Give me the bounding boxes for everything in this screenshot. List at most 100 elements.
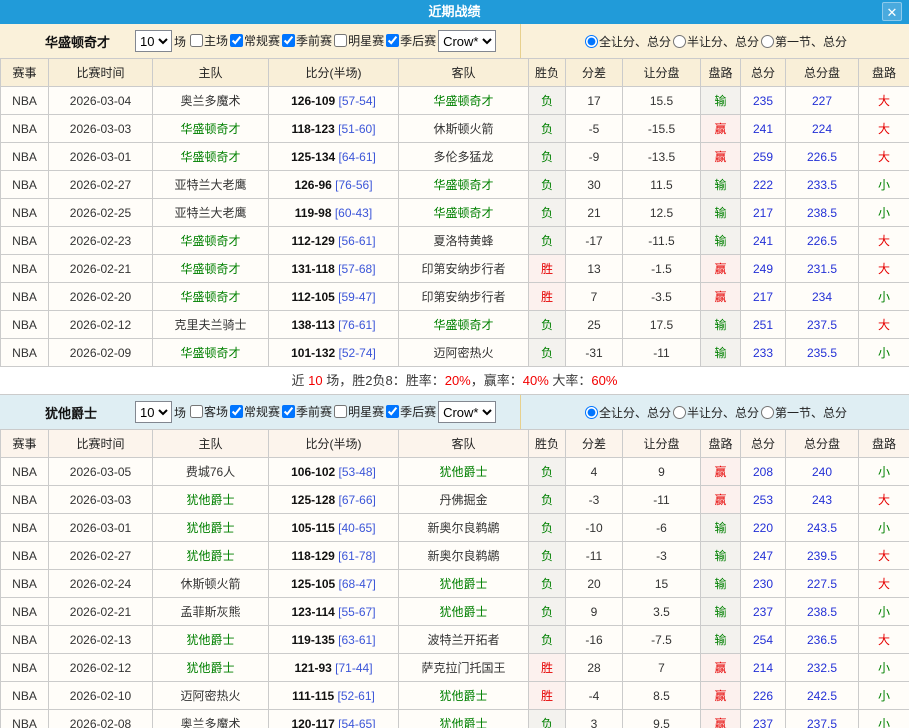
jazz-games-count-select[interactable]: 10 xyxy=(135,401,172,423)
table-row: NBA2026-03-05费城76人106-102 [53-48]犹他爵士负49… xyxy=(1,458,909,486)
total-result-cell: 大 xyxy=(859,542,909,570)
league-cell: NBA xyxy=(1,115,49,143)
wizards-source-select[interactable]: Crow* xyxy=(438,30,496,52)
col-diff: 分差 xyxy=(566,430,623,458)
filter-checkbox-季后赛[interactable]: 季后赛 xyxy=(384,403,436,420)
final-score: 121-93 xyxy=(294,661,331,675)
handicap-cell: -11 xyxy=(623,339,701,367)
checkbox-input[interactable] xyxy=(230,34,243,47)
odds-mode-radio-全让分、总分[interactable]: 全让分、总分 xyxy=(583,33,671,50)
diff-cell: 28 xyxy=(566,654,623,682)
summary-text: 近 xyxy=(292,373,309,388)
league-cell: NBA xyxy=(1,682,49,710)
odds-mode-radio-半让分、总分[interactable]: 半让分、总分 xyxy=(671,33,759,50)
half-time-score: [67-66] xyxy=(335,493,376,507)
league-cell: NBA xyxy=(1,542,49,570)
score-cell: 125-128 [67-66] xyxy=(269,486,399,514)
checkbox-input[interactable] xyxy=(386,34,399,47)
filter-checkbox-常规赛[interactable]: 常规赛 xyxy=(228,403,280,420)
wizards-games-count-select[interactable]: 10 xyxy=(135,30,172,52)
total-result-cell: 大 xyxy=(859,227,909,255)
odds-mode-radio-第一节、总分[interactable]: 第一节、总分 xyxy=(759,404,847,421)
handicap-result-cell: 输 xyxy=(701,87,741,115)
filter-checkbox-主场[interactable]: 主场 xyxy=(188,32,228,49)
total-line-cell: 226.5 xyxy=(786,143,859,171)
date-cell: 2026-02-09 xyxy=(49,339,153,367)
total-result-cell: 小 xyxy=(859,654,909,682)
away-team-cell: 丹佛掘金 xyxy=(399,486,529,514)
wizards-odds-mode-radios: 全让分、总分半让分、总分第一节、总分 xyxy=(520,24,909,58)
radio-input[interactable] xyxy=(673,35,686,48)
diff-cell: 30 xyxy=(566,171,623,199)
score-cell: 126-109 [57-54] xyxy=(269,87,399,115)
radio-input[interactable] xyxy=(761,406,774,419)
handicap-result-cell: 赢 xyxy=(701,710,741,728)
radio-input[interactable] xyxy=(761,35,774,48)
checkbox-input[interactable] xyxy=(282,34,295,47)
total-result-cell: 小 xyxy=(859,710,909,728)
odds-mode-radio-全让分、总分[interactable]: 全让分、总分 xyxy=(583,404,671,421)
jazz-filter-bar: 犹他爵士 10 场 客场常规赛季前赛明星赛季后赛 Crow* 全让分、总分半让分… xyxy=(0,395,909,429)
home-team-cell: 华盛顿奇才 xyxy=(153,227,269,255)
checkbox-label: 季后赛 xyxy=(400,32,436,49)
total-cell: 214 xyxy=(741,654,786,682)
filter-checkbox-季后赛[interactable]: 季后赛 xyxy=(384,32,436,49)
diff-cell: 20 xyxy=(566,570,623,598)
total-line-cell: 237.5 xyxy=(786,710,859,728)
total-line-cell: 226.5 xyxy=(786,227,859,255)
checkbox-input[interactable] xyxy=(334,34,347,47)
league-cell: NBA xyxy=(1,514,49,542)
handicap-cell: -3.5 xyxy=(623,283,701,311)
checkbox-input[interactable] xyxy=(386,405,399,418)
filter-checkbox-常规赛[interactable]: 常规赛 xyxy=(228,32,280,49)
date-cell: 2026-03-01 xyxy=(49,143,153,171)
diff-cell: -31 xyxy=(566,339,623,367)
filter-checkbox-季前赛[interactable]: 季前赛 xyxy=(280,32,332,49)
table-row: NBA2026-02-21华盛顿奇才131-118 [57-68]印第安纳步行者… xyxy=(1,255,909,283)
radio-input[interactable] xyxy=(673,406,686,419)
games-suffix-label: 场 xyxy=(174,404,186,421)
filter-checkbox-明星赛[interactable]: 明星赛 xyxy=(332,32,384,49)
checkbox-input[interactable] xyxy=(282,405,295,418)
total-line-cell: 238.5 xyxy=(786,199,859,227)
handicap-cell: -1.5 xyxy=(623,255,701,283)
checkbox-input[interactable] xyxy=(190,405,203,418)
table-row: NBA2026-02-23华盛顿奇才112-129 [56-61]夏洛特黄蜂负-… xyxy=(1,227,909,255)
checkbox-input[interactable] xyxy=(190,34,203,47)
total-line-cell: 231.5 xyxy=(786,255,859,283)
diff-cell: 7 xyxy=(566,283,623,311)
filter-checkbox-季前赛[interactable]: 季前赛 xyxy=(280,403,332,420)
total-cell: 241 xyxy=(741,227,786,255)
summary-stat-value: 40% xyxy=(523,373,549,388)
close-icon[interactable]: ✕ xyxy=(882,2,902,21)
checkbox-input[interactable] xyxy=(334,405,347,418)
radio-input[interactable] xyxy=(585,406,598,419)
checkbox-input[interactable] xyxy=(230,405,243,418)
handicap-cell: 9 xyxy=(623,458,701,486)
league-cell: NBA xyxy=(1,255,49,283)
col-handicap: 让分盘 xyxy=(623,430,701,458)
away-team-cell: 犹他爵士 xyxy=(399,458,529,486)
filter-checkbox-明星赛[interactable]: 明星赛 xyxy=(332,403,384,420)
wizards-filter-bar: 华盛顿奇才 10 场 主场常规赛季前赛明星赛季后赛 Crow* 全让分、总分半让… xyxy=(0,24,909,58)
jazz-filter-left: 犹他爵士 10 场 客场常规赛季前赛明星赛季后赛 Crow* xyxy=(0,395,520,429)
recent-results-dialog: 近期战绩 ✕ 华盛顿奇才 10 场 主场常规赛季前赛明星赛季后赛 Crow* 全… xyxy=(0,0,909,728)
filter-checkbox-客场[interactable]: 客场 xyxy=(188,403,228,420)
odds-mode-radio-第一节、总分[interactable]: 第一节、总分 xyxy=(759,33,847,50)
table-header-row: 赛事 比赛时间 主队 比分(半场) 客队 胜负 分差 让分盘 盘路 总分 总分盘… xyxy=(1,430,909,458)
handicap-cell: -11 xyxy=(623,486,701,514)
jazz-source-select[interactable]: Crow* xyxy=(438,401,496,423)
handicap-result-cell: 赢 xyxy=(701,458,741,486)
summary-text: ，赢率： xyxy=(471,373,523,388)
away-team-cell: 华盛顿奇才 xyxy=(399,87,529,115)
result-cell: 负 xyxy=(529,570,566,598)
total-cell: 217 xyxy=(741,283,786,311)
final-score: 119-135 xyxy=(291,633,334,647)
away-team-cell: 波特兰开拓者 xyxy=(399,626,529,654)
home-team-cell: 亚特兰大老鹰 xyxy=(153,171,269,199)
radio-label: 全让分、总分 xyxy=(599,404,671,421)
table-header-row: 赛事 比赛时间 主队 比分(半场) 客队 胜负 分差 让分盘 盘路 总分 总分盘… xyxy=(1,59,909,87)
odds-mode-radio-半让分、总分[interactable]: 半让分、总分 xyxy=(671,404,759,421)
radio-input[interactable] xyxy=(585,35,598,48)
handicap-result-cell: 赢 xyxy=(701,486,741,514)
